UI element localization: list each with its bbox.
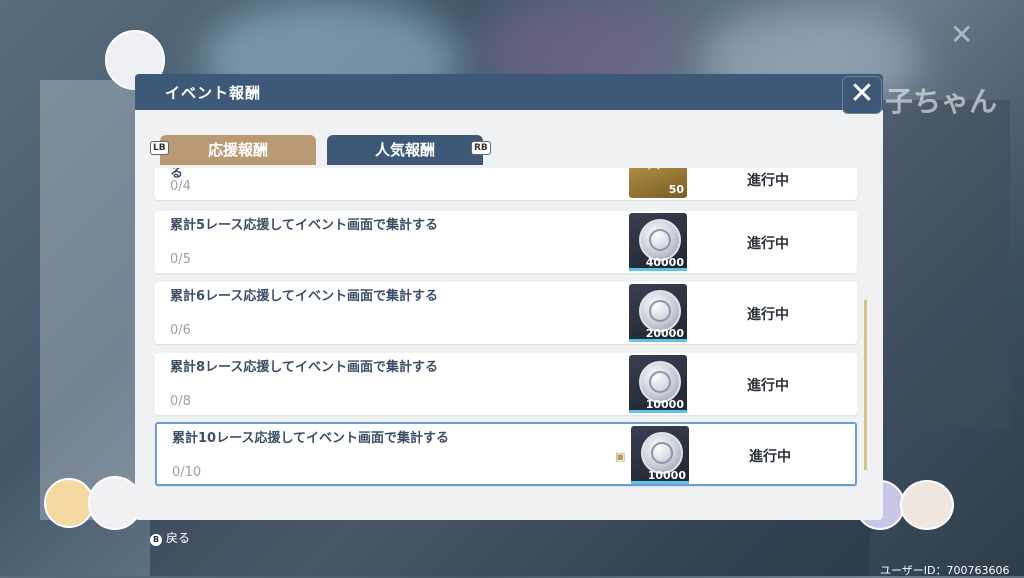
list-item[interactable]: る 0/4 ★ 50 進行中 <box>155 168 857 200</box>
mission-title: 累計8レース応援してイベント画面で集計する <box>170 360 439 375</box>
mission-progress: 0/4 <box>170 179 191 194</box>
mission-title: る <box>170 168 184 181</box>
mission-status: 進行中 <box>747 378 789 394</box>
b-button-icon: B <box>150 534 162 546</box>
reward-item: 10000 <box>629 355 687 413</box>
back-label: 戻る <box>165 531 190 545</box>
mission-status: 進行中 <box>749 449 791 465</box>
background-close-icon: ✕ <box>950 18 974 51</box>
mission-progress: 0/6 <box>170 323 191 338</box>
list-item[interactable]: 累計5レース応援してイベント画面で集計する 0/5 40000 進行中 <box>155 211 857 273</box>
reward-bar <box>629 410 687 413</box>
mission-progress: 0/5 <box>170 252 191 267</box>
scrollbar[interactable] <box>864 300 867 470</box>
mission-title: 累計6レース応援してイベント画面で集計する <box>170 289 439 304</box>
lb-button-icon: LB <box>150 141 169 155</box>
star-item-icon: ★ <box>643 168 665 176</box>
mission-title: 累計10レース応援してイベント画面で集計する <box>172 431 450 446</box>
chibi-character-icon <box>900 480 954 530</box>
chibi-character-icon <box>44 478 94 528</box>
rb-button-icon: RB <box>471 141 491 155</box>
reward-item: 10000 <box>631 426 689 484</box>
tab-popular-reward[interactable]: 人気報酬 <box>327 135 483 165</box>
reward-bar <box>629 268 687 271</box>
dialog-header: イベント報酬 <box>135 74 883 110</box>
reward-bar <box>629 339 687 342</box>
mission-progress: 0/10 <box>172 465 202 480</box>
background-panel <box>880 100 1010 430</box>
close-button[interactable]: ✕ <box>842 76 882 114</box>
background-panel <box>40 80 150 520</box>
back-button[interactable]: B 戻る <box>150 529 190 546</box>
dialog-title: イベント報酬 <box>165 84 262 102</box>
tab-support-reward[interactable]: 応援報酬 <box>160 135 316 165</box>
reward-item: 40000 <box>629 213 687 271</box>
background-title: 子ちゃん <box>885 85 998 118</box>
reward-item: 20000 <box>629 284 687 342</box>
reward-item: ★ 50 <box>629 168 687 198</box>
coin-item-icon <box>639 219 681 261</box>
mission-title: 累計5レース応援してイベント画面で集計する <box>170 218 439 233</box>
tag-icon: ▣ <box>615 450 626 463</box>
mission-status: 進行中 <box>747 173 789 189</box>
coin-item-icon <box>641 432 683 474</box>
reward-bar <box>631 481 689 484</box>
coin-item-icon <box>639 290 681 332</box>
mission-status: 進行中 <box>747 307 789 323</box>
reward-list[interactable]: る 0/4 ★ 50 進行中 累計5レース応援してイベント画面で集計する 0/5… <box>155 168 857 488</box>
list-item-selected[interactable]: 累計10レース応援してイベント画面で集計する 0/10 ▣ 10000 進行中 <box>155 422 857 486</box>
list-item[interactable]: 累計6レース応援してイベント画面で集計する 0/6 20000 進行中 <box>155 282 857 344</box>
chibi-character-icon <box>88 476 142 530</box>
coin-item-icon <box>639 361 681 403</box>
mission-progress: 0/8 <box>170 394 191 409</box>
list-item[interactable]: 累計8レース応援してイベント画面で集計する 0/8 10000 進行中 <box>155 353 857 415</box>
reward-count: 50 <box>668 183 684 196</box>
mission-status: 進行中 <box>747 236 789 252</box>
